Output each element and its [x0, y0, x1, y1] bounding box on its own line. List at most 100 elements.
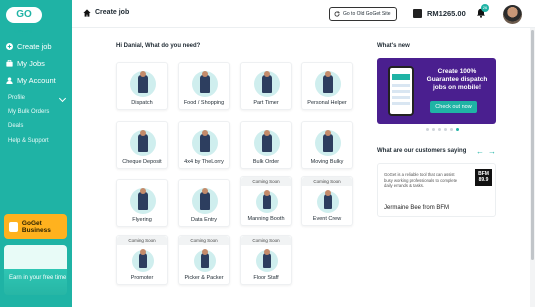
person-figure: [263, 253, 271, 268]
notification-badge: 26: [481, 4, 489, 12]
promo-banner[interactable]: Create 100% Guarantee dispatch jobs on m…: [377, 58, 496, 124]
service-label: Data Entry: [191, 217, 217, 223]
person-head: [202, 71, 208, 77]
service-label: Dispatch: [131, 100, 153, 106]
person-head: [140, 249, 146, 255]
carousel-dot[interactable]: [426, 128, 429, 131]
service-tile-data-entry[interactable]: Data Entry: [178, 179, 230, 227]
earn-free-time-card[interactable]: Earn in your free time: [4, 245, 67, 295]
person-figure: [139, 253, 147, 268]
service-tile-part-timer[interactable]: Part Timer: [240, 62, 292, 110]
service-tile-promoter[interactable]: Coming Soon Promoter: [116, 235, 168, 285]
briefcase-icon: [6, 60, 13, 67]
service-label: Floor Staff: [253, 275, 279, 281]
person-head: [264, 71, 270, 77]
refresh-icon: [334, 11, 340, 17]
wallet-balance[interactable]: RM1265.00: [427, 9, 466, 18]
service-label: Part Timer: [253, 100, 279, 106]
service-label: Food / Shopping: [183, 100, 225, 106]
service-label: Event Crew: [312, 216, 342, 222]
goget-logo[interactable]: GO GET: [6, 7, 42, 36]
check-out-button[interactable]: Check out now: [430, 101, 477, 113]
service-label: Picker & Packer: [184, 275, 224, 281]
sidebar-item-create-job[interactable]: Create job: [6, 42, 52, 51]
whats-new-heading: What's new: [377, 43, 410, 49]
service-tile-flyering[interactable]: Flyering: [116, 179, 168, 227]
person-head: [264, 190, 270, 196]
user-icon: [6, 77, 13, 84]
sidebar-item-profile[interactable]: Profile: [8, 95, 25, 101]
service-label: Manning Booth: [247, 216, 285, 222]
sidebar-item-bulk-orders[interactable]: My Bulk Orders: [8, 109, 49, 115]
service-tile-4x4-by-thelorry[interactable]: 4x4 by TheLorry: [178, 121, 230, 169]
person-figure: [200, 75, 210, 93]
testimonial-author: Jermaine Bee from BFM: [384, 205, 450, 211]
old-site-button[interactable]: Go to Old GoGet Site: [329, 7, 397, 21]
person-head: [325, 190, 331, 196]
sidebar: GO GET Create job My Jobs My Account Pro…: [0, 0, 72, 307]
carousel-dot-active[interactable]: [456, 128, 459, 131]
sidebar-item-help-support[interactable]: Help & Support: [8, 138, 49, 144]
sidebar-item-my-jobs[interactable]: My Jobs: [6, 59, 45, 68]
sidebar-item-label: My Jobs: [17, 59, 45, 68]
arrow-right-icon[interactable]: →: [488, 147, 496, 156]
person-figure: [262, 75, 272, 93]
phone-illustration: [388, 66, 414, 116]
sidebar-item-label: My Account: [17, 76, 56, 85]
service-label: Personal Helper: [307, 100, 347, 106]
person-figure: [200, 134, 210, 152]
service-label: 4x4 by TheLorry: [184, 159, 224, 165]
carousel-dot[interactable]: [432, 128, 435, 131]
top-bar: Create job Go to Old GoGet Site RM1265.0…: [72, 0, 535, 28]
business-card-label: GoGet Business: [21, 219, 51, 234]
earn-card-label: Earn in your free time: [9, 275, 67, 281]
service-tile-manning-booth[interactable]: Coming Soon Manning Booth: [240, 176, 292, 226]
carousel-dot[interactable]: [438, 128, 441, 131]
carousel-dots[interactable]: [426, 128, 459, 131]
person-head: [140, 130, 146, 136]
person-figure: [323, 75, 333, 93]
service-label: Cheque Deposit: [122, 159, 162, 165]
service-tile-dispatch[interactable]: Dispatch: [116, 62, 168, 110]
service-label: Promoter: [130, 275, 154, 281]
old-site-label: Go to Old GoGet Site: [343, 11, 391, 17]
service-tile-food-shopping[interactable]: Food / Shopping: [178, 62, 230, 110]
person-figure: [323, 134, 333, 152]
coming-soon-badge: Coming Soon: [302, 177, 352, 186]
avatar[interactable]: [503, 5, 522, 24]
chevron-down-icon[interactable]: [58, 94, 67, 103]
bfm-logo: BFM 89.9: [475, 169, 492, 186]
sidebar-item-my-account[interactable]: My Account: [6, 76, 56, 85]
service-label: Flyering: [132, 217, 152, 223]
service-tile-event-crew[interactable]: Coming Soon Event Crew: [301, 176, 353, 226]
service-label: Bulk Order: [252, 159, 280, 165]
greeting: Hi Danial, What do you need?: [116, 43, 201, 49]
person-head: [325, 71, 331, 77]
carousel-dot[interactable]: [450, 128, 453, 131]
service-tile-personal-helper[interactable]: Personal Helper: [301, 62, 353, 110]
scrollbar-thumb[interactable]: [531, 30, 534, 260]
service-tile-moving-bulky[interactable]: Moving Bulky: [301, 121, 353, 169]
person-head: [140, 71, 146, 77]
sidebar-item-label: Create job: [17, 42, 52, 51]
person-figure: [138, 75, 148, 93]
service-tile-cheque-deposit[interactable]: Cheque Deposit: [116, 121, 168, 169]
testimonial-quote: GoGet is a reliable tool that can assist…: [384, 172, 458, 188]
sidebar-item-deals[interactable]: Deals: [8, 123, 23, 129]
person-figure: [200, 192, 210, 210]
service-tile-bulk-order[interactable]: Bulk Order: [240, 121, 292, 169]
person-figure: [138, 192, 148, 210]
service-tile-floor-staff[interactable]: Coming Soon Floor Staff: [240, 235, 292, 285]
page-title: Create job: [95, 9, 130, 16]
service-tile-picker-packer[interactable]: Coming Soon Picker & Packer: [178, 235, 230, 285]
coming-soon-badge: Coming Soon: [241, 177, 291, 186]
arrow-left-icon[interactable]: ←: [476, 147, 484, 156]
plus-circle-icon: [6, 43, 13, 50]
briefcase-icon: [9, 221, 18, 232]
person-head: [264, 249, 270, 255]
goget-business-card[interactable]: GoGet Business: [4, 214, 67, 239]
person-head: [202, 188, 208, 194]
person-head: [140, 188, 146, 194]
carousel-dot[interactable]: [444, 128, 447, 131]
person-figure: [138, 134, 148, 152]
